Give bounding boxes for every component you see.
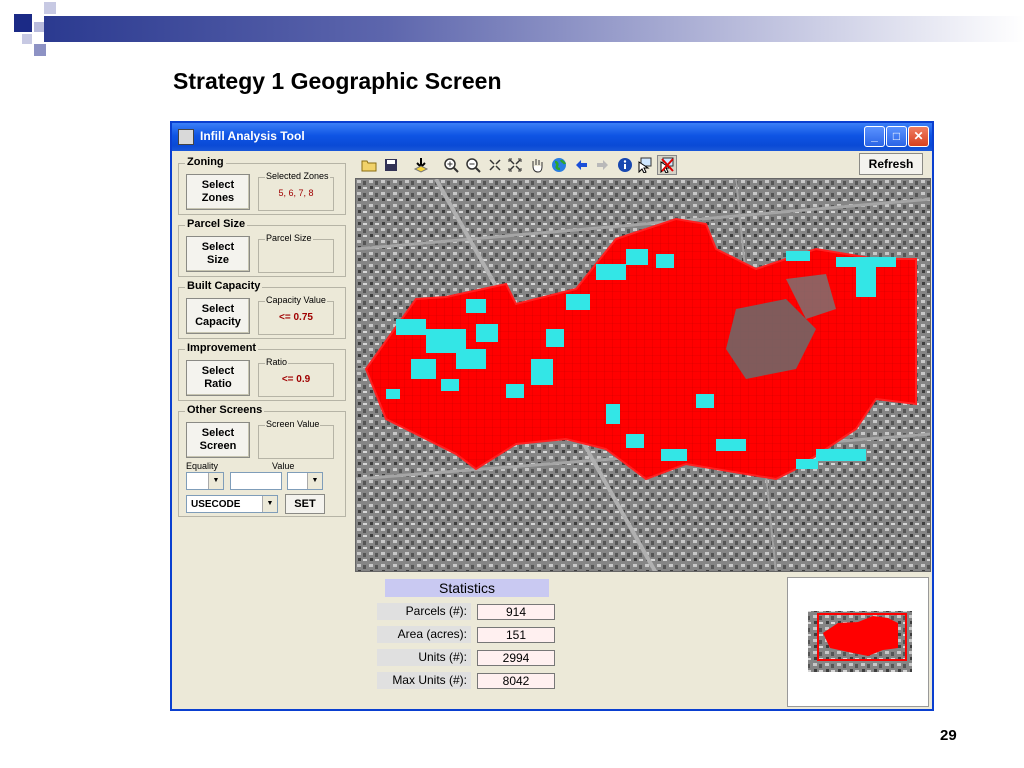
value-label: Value [272,461,295,471]
selected-zones-value: 5, 6, 7, 8 [278,188,314,198]
select-ratio-button[interactable]: Select Ratio [186,360,250,396]
parcel-size-group: Parcel Size Select Size Parcel Size [178,218,346,277]
slide: Strategy 1 Geographic Screen Infill Anal… [0,0,1024,768]
select-capacity-button-label: Select Capacity [195,303,241,328]
app-icon [178,129,194,145]
parcel-size-label: Parcel Size [265,233,313,243]
stat-value: 914 [477,604,555,620]
zoom-in-icon[interactable] [441,155,461,175]
back-arrow-icon[interactable] [571,155,591,175]
save-icon[interactable] [381,155,401,175]
capacity-value: <= 0.75 [279,312,313,323]
info-icon[interactable] [615,155,635,175]
page-number: 29 [940,727,957,744]
field-dropdown-value: USECODE [191,499,241,510]
built-capacity-group: Built Capacity Select Capacity Capacity … [178,280,346,339]
stat-label: Parcels (#): [377,603,471,620]
overview-thumbnail [808,611,912,672]
improvement-group: Improvement Select Ratio Ratio <= 0.9 [178,342,346,401]
close-button[interactable]: ✕ [908,126,929,147]
zoning-group-label: Zoning [185,156,226,168]
corner-decoration-4 [22,34,32,44]
app-window: Infill Analysis Tool _ □ ✕ Zoning Select… [170,121,934,711]
built-capacity-group-label: Built Capacity [185,280,263,292]
zoning-group: Zoning Select Zones Selected Zones 5, 6,… [178,156,346,215]
full-extent-icon[interactable] [505,155,525,175]
value-dropdown[interactable]: ▼ [287,472,323,490]
value-input[interactable] [230,472,282,490]
refresh-button-label: Refresh [868,157,914,171]
stat-row-area: Area (acres): 151 [377,626,737,646]
select-screen-button[interactable]: Select Screen [186,422,250,458]
improvement-group-label: Improvement [185,342,259,354]
clear-selection-icon[interactable] [657,155,677,175]
stat-row-max-units: Max Units (#): 8042 [377,672,737,692]
parcel-size-group-label: Parcel Size [185,218,248,230]
select-feature-icon[interactable] [635,155,655,175]
window-title: Infill Analysis Tool [200,129,305,143]
map-toolbar: Refresh [355,153,929,177]
select-zones-button[interactable]: Select Zones [186,174,250,210]
screen-value-box: Screen Value [258,419,334,459]
ratio-label: Ratio [265,357,289,367]
stat-value: 2994 [477,650,555,666]
minimize-button[interactable]: _ [864,126,885,147]
window-titlebar[interactable]: Infill Analysis Tool _ □ ✕ [172,123,932,151]
open-folder-icon[interactable] [359,155,379,175]
maximize-button[interactable]: □ [886,126,907,147]
statistics-panel: Statistics Parcels (#): 914 Area (acres)… [355,575,785,707]
map-view[interactable] [355,178,931,572]
overview-map[interactable] [787,577,929,707]
slide-title: Strategy 1 Geographic Screen [173,68,502,94]
select-size-button-label: Select Size [201,241,235,266]
stat-label: Area (acres): [377,626,471,643]
capacity-value-label: Capacity Value [265,295,327,305]
select-capacity-button[interactable]: Select Capacity [186,298,250,334]
parcel-size-box: Parcel Size [258,233,334,273]
selected-zones-label: Selected Zones [265,171,330,181]
chevron-down-icon: ▼ [208,473,223,489]
selected-zones-box: Selected Zones 5, 6, 7, 8 [258,171,334,211]
capacity-value-box: Capacity Value <= 0.75 [258,295,334,335]
other-screens-group: Other Screens Select Screen Screen Value… [178,404,346,517]
stat-label: Max Units (#): [377,672,471,689]
zoom-fixed-in-icon[interactable] [485,155,505,175]
pan-hand-icon[interactable] [527,155,547,175]
corner-decoration-3 [44,2,56,14]
stat-value: 8042 [477,673,555,689]
equality-label: Equality [186,461,219,471]
statistics-title: Statistics [385,579,549,597]
corner-decoration [14,14,32,32]
refresh-button[interactable]: Refresh [859,153,923,175]
corner-decoration-5 [34,44,46,56]
chevron-down-icon: ▼ [262,496,277,512]
zoom-out-icon[interactable] [463,155,483,175]
globe-icon[interactable] [549,155,569,175]
select-zones-button-label: Select Zones [201,179,235,204]
corner-decoration-2 [34,22,44,32]
ratio-value: <= 0.9 [281,374,311,385]
stat-value: 151 [477,627,555,643]
equality-dropdown[interactable]: ▼ [186,472,224,490]
select-screen-button-label: Select Screen [199,427,237,452]
set-button[interactable]: SET [285,494,325,514]
aerial-map [356,179,930,571]
set-button-label: SET [294,498,316,510]
forward-arrow-icon[interactable] [593,155,613,175]
stat-row-units: Units (#): 2994 [377,649,737,669]
slide-header-bar [44,16,1024,42]
stat-label: Units (#): [377,649,471,666]
add-layer-icon[interactable] [411,155,431,175]
chevron-down-icon: ▼ [307,473,322,489]
field-dropdown[interactable]: USECODE ▼ [186,495,278,513]
select-ratio-button-label: Select Ratio [201,365,235,390]
ratio-box: Ratio <= 0.9 [258,357,334,397]
other-screens-group-label: Other Screens [185,404,265,416]
screen-value-label: Screen Value [265,419,321,429]
select-size-button[interactable]: Select Size [186,236,250,272]
stat-row-parcels: Parcels (#): 914 [377,603,737,623]
